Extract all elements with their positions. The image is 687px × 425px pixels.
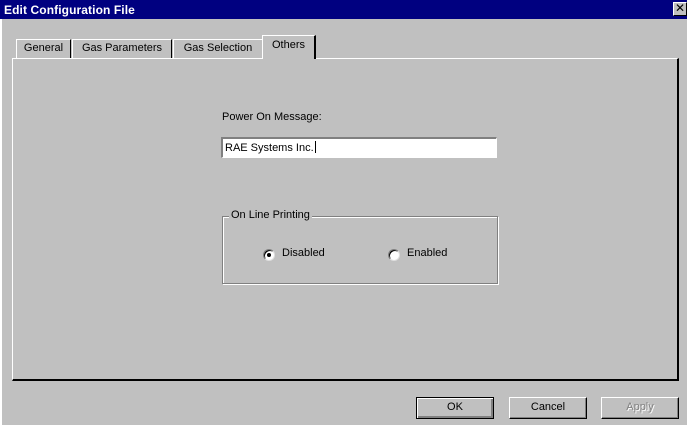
online-printing-group: On Line Printing Disabled Enabled [222,209,498,284]
radio-disabled[interactable] [263,249,275,261]
title-bar[interactable]: Edit Configuration File ✕ [0,0,687,19]
cancel-button[interactable]: Cancel [509,397,587,419]
radio-selected-dot-icon [267,253,271,257]
tab-gas-selection[interactable]: Gas Selection [173,39,263,58]
radio-enabled[interactable] [388,249,400,261]
window-title: Edit Configuration File [4,3,135,17]
power-on-message-input[interactable]: RAE Systems Inc. [221,137,497,158]
power-on-message-label: Power On Message: [222,111,322,123]
tab-general[interactable]: General [16,39,71,58]
text-caret [314,141,316,153]
radio-disabled-label[interactable]: Disabled [282,247,325,259]
tab-gas-parameters[interactable]: Gas Parameters [72,39,172,58]
ok-button[interactable]: OK [416,397,494,419]
close-icon[interactable]: ✕ [673,2,687,16]
radio-enabled-label[interactable]: Enabled [407,247,447,259]
apply-button[interactable]: Apply [601,397,679,419]
tab-others[interactable]: Others [262,35,316,59]
online-printing-group-title: On Line Printing [229,209,312,221]
window-left-edge [0,19,2,425]
